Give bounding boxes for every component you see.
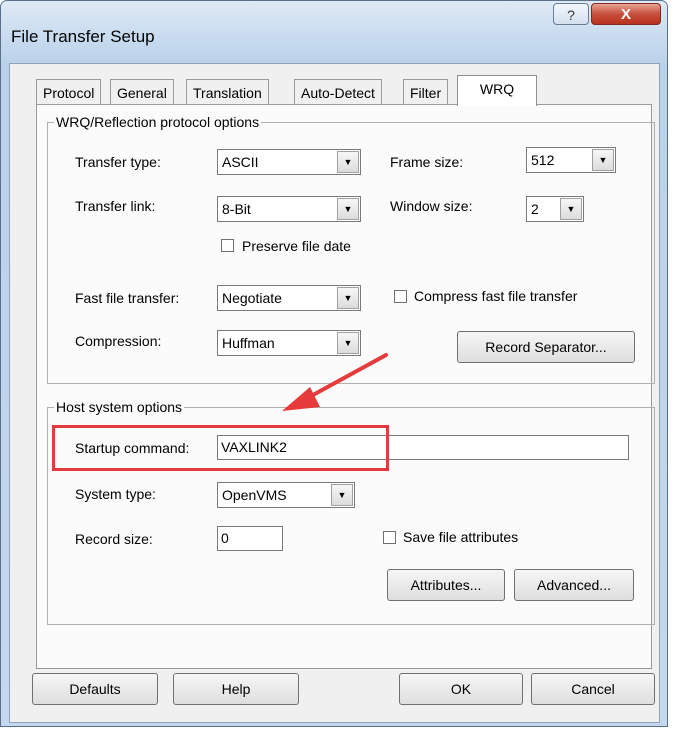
tab-filter[interactable]: Filter xyxy=(403,79,449,105)
fast-file-transfer-value: Negotiate xyxy=(222,290,282,306)
transfer-link-label: Transfer link: xyxy=(75,198,156,214)
chevron-down-icon[interactable]: ▼ xyxy=(560,198,582,220)
window-size-label: Window size: xyxy=(390,198,473,214)
chevron-down-icon[interactable]: ▼ xyxy=(337,198,359,220)
chevron-down-icon[interactable]: ▼ xyxy=(337,287,359,309)
save-file-attributes-checkbox[interactable] xyxy=(383,531,396,544)
fast-file-transfer-label: Fast file transfer: xyxy=(75,290,180,306)
help-icon[interactable]: ? xyxy=(553,3,589,25)
frame-size-value: 512 xyxy=(531,152,555,168)
transfer-type-select[interactable]: ASCII ▼ xyxy=(217,149,361,175)
ok-button[interactable]: OK xyxy=(399,673,523,705)
record-separator-button[interactable]: Record Separator... xyxy=(457,331,635,363)
window-title: File Transfer Setup xyxy=(11,27,155,46)
attributes-button[interactable]: Attributes... xyxy=(387,569,505,601)
title-bar: File Transfer Setup ? X xyxy=(1,1,667,63)
record-size-input[interactable]: 0 xyxy=(217,526,283,551)
close-icon[interactable]: X xyxy=(591,3,661,25)
frame-size-label: Frame size: xyxy=(390,154,464,170)
window-size-select[interactable]: 2 ▼ xyxy=(526,196,584,222)
record-size-label: Record size: xyxy=(75,531,153,547)
tab-wrq[interactable]: WRQ xyxy=(457,75,537,106)
advanced-button[interactable]: Advanced... xyxy=(514,569,634,601)
transfer-link-select[interactable]: 8-Bit ▼ xyxy=(217,196,361,222)
transfer-link-value: 8-Bit xyxy=(222,201,251,217)
defaults-button[interactable]: Defaults xyxy=(32,673,158,705)
frame-size-select[interactable]: 512 ▼ xyxy=(526,147,616,173)
transfer-type-value: ASCII xyxy=(222,154,259,170)
compression-value: Huffman xyxy=(222,335,275,351)
wrq-group-title: WRQ/Reflection protocol options xyxy=(54,113,262,131)
tab-general[interactable]: General xyxy=(110,79,174,105)
preserve-file-date-label: Preserve file date xyxy=(242,238,351,254)
compress-fast-label: Compress fast file transfer xyxy=(414,288,578,304)
host-group-title: Host system options xyxy=(54,398,185,416)
help-button[interactable]: Help xyxy=(173,673,299,705)
window-size-value: 2 xyxy=(531,201,539,217)
save-file-attributes-label: Save file attributes xyxy=(403,529,519,545)
preserve-file-date-checkbox[interactable] xyxy=(221,239,234,252)
annotation-arrow-icon xyxy=(282,353,388,411)
transfer-type-label: Transfer type: xyxy=(75,154,161,170)
cancel-button[interactable]: Cancel xyxy=(531,673,655,705)
chevron-down-icon[interactable]: ▼ xyxy=(331,484,353,506)
compression-label: Compression: xyxy=(75,333,162,349)
chevron-down-icon[interactable]: ▼ xyxy=(592,149,614,171)
tab-translation[interactable]: Translation xyxy=(186,79,269,105)
system-type-label: System type: xyxy=(75,486,156,502)
tab-auto-detect[interactable]: Auto-Detect xyxy=(294,79,382,105)
tab-protocol[interactable]: Protocol xyxy=(36,79,102,105)
system-type-select[interactable]: OpenVMS ▼ xyxy=(217,482,355,508)
fast-file-transfer-select[interactable]: Negotiate ▼ xyxy=(217,285,361,311)
chevron-down-icon[interactable]: ▼ xyxy=(337,151,359,173)
system-type-value: OpenVMS xyxy=(222,487,287,503)
highlight-box xyxy=(52,425,389,471)
compress-fast-checkbox[interactable] xyxy=(394,290,407,303)
